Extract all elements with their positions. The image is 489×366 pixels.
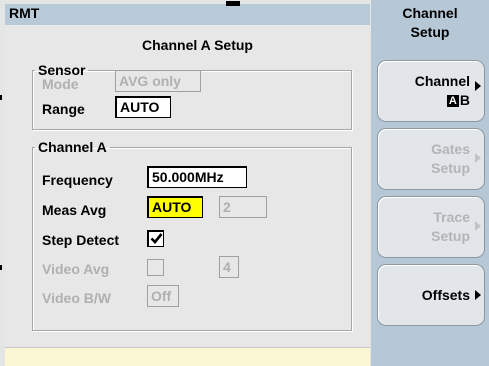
remote-indicator: RMT [9,5,40,21]
channel-softkey-line1: Channel [414,73,470,89]
gates-softkey-line2: Setup [431,160,470,176]
step-detect-label: Step Detect [42,232,120,248]
mode-field: AVG only [115,70,201,92]
offsets-softkey[interactable]: Offsets [377,264,485,326]
channel-b-option: B [459,92,470,108]
submenu-arrow-icon [475,81,481,91]
video-avg-checkbox [147,259,164,276]
softkey-column: Channel Setup Channel AB Gates Setup Tra… [371,0,489,366]
submenu-arrow-icon [475,290,481,300]
submenu-arrow-icon [475,153,481,163]
setup-panel: Channel A Setup Sensor Mode AVG only Ran… [5,25,370,347]
trace-softkey-line1: Trace [433,209,470,225]
step-detect-checkbox[interactable] [147,230,164,247]
trace-softkey-line2: Setup [431,228,470,244]
gates-setup-softkey[interactable]: Gates Setup [377,128,485,190]
frequency-field[interactable]: 50.000MHz [147,166,247,188]
video-avg-label: Video Avg [42,261,110,277]
status-bar: RMT [5,1,370,25]
mode-label: Mode [42,76,79,92]
gates-softkey-line1: Gates [431,141,470,157]
submenu-arrow-icon [475,221,481,231]
channel-softkey[interactable]: Channel AB [377,60,485,122]
meas-avg-field[interactable]: AUTO [147,196,203,218]
meas-avg-count-field: 2 [219,196,267,218]
video-bw-label: Video B/W [42,290,111,306]
message-bar [5,347,370,366]
meas-avg-label: Meas Avg [42,202,107,218]
instrument-screen: RMT Channel A Setup Sensor Mode AVG only… [0,0,489,366]
video-avg-count-field: 4 [219,256,239,278]
softkey-menu-title-line1: Channel [402,5,458,21]
softkey-menu-title-line2: Setup [410,24,450,40]
channel-a-selected-badge: A [446,95,459,107]
softkey-menu-title: Channel Setup [371,4,489,42]
status-marker [226,1,240,6]
edge-marker-bottom [0,265,2,270]
range-label: Range [42,101,85,117]
video-bw-field: Off [147,285,179,307]
panel-title: Channel A Setup [142,37,253,53]
checkmark-icon [150,233,163,244]
channel-softkey-line2: AB [446,92,470,108]
channel-a-legend: Channel A [38,139,107,155]
offsets-softkey-label: Offsets [421,287,470,303]
frequency-label: Frequency [42,172,113,188]
trace-setup-softkey[interactable]: Trace Setup [377,196,485,258]
range-field[interactable]: AUTO [115,96,171,118]
edge-marker-top [0,95,2,100]
